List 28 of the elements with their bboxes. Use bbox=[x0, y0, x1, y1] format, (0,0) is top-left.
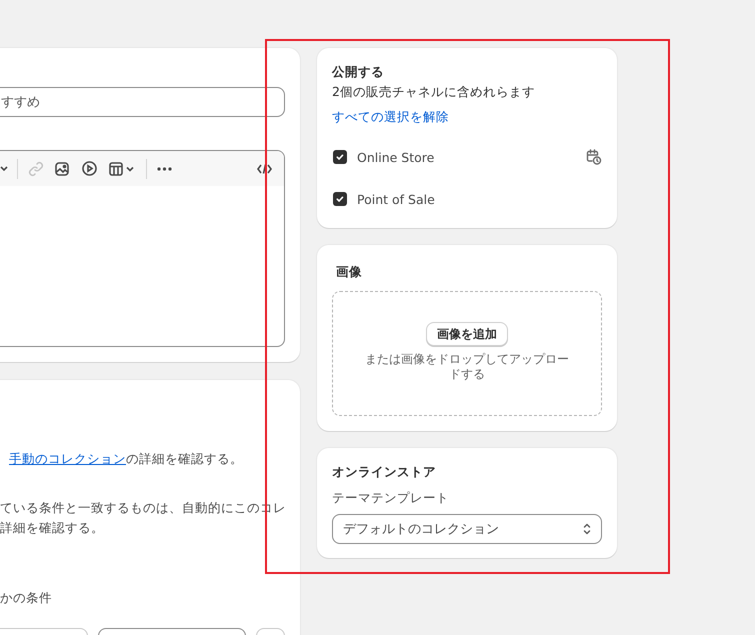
table-icon[interactable] bbox=[109, 162, 136, 176]
card-title: オンラインストア bbox=[332, 464, 437, 480]
card-title: 公開する bbox=[332, 64, 385, 80]
more-icon[interactable] bbox=[157, 166, 172, 170]
channel-count-text: 2個の販売チャネルに含めれらます bbox=[332, 83, 536, 101]
channel-name: Online Store bbox=[357, 150, 436, 164]
field-value: すすめ bbox=[1, 94, 40, 111]
image-drop-zone[interactable]: 画像を追加 または画像をドロップしてアップロードする bbox=[332, 291, 602, 416]
caret-icon[interactable] bbox=[0, 166, 8, 172]
field-label: テーマテンプレート bbox=[332, 489, 450, 507]
checkbox[interactable] bbox=[333, 150, 347, 164]
channel-name: Point of Sale bbox=[357, 192, 436, 206]
calendar-clock-icon[interactable] bbox=[586, 149, 602, 165]
manual-collection-link[interactable]: 手動のコレクション bbox=[9, 451, 126, 466]
title-field[interactable]: すすめ bbox=[0, 87, 285, 117]
checkbox[interactable] bbox=[333, 192, 347, 206]
clear-selection-link[interactable]: すべての選択を解除 bbox=[332, 107, 449, 127]
manual-collection-text: 手動のコレクションの詳細を確認する。 bbox=[8, 450, 244, 468]
drop-hint: または画像をドロップしてアップロードする bbox=[364, 352, 570, 382]
conditions-label: かの条件 bbox=[0, 589, 53, 607]
template-select[interactable]: デフォルトのコレクション bbox=[332, 514, 602, 544]
add-image-button[interactable]: 画像を追加 bbox=[426, 322, 508, 346]
image-icon[interactable] bbox=[55, 162, 69, 176]
card-title: 画像 bbox=[335, 264, 363, 280]
rich-text-editor[interactable] bbox=[0, 150, 285, 347]
code-icon[interactable] bbox=[257, 162, 272, 174]
play-icon[interactable] bbox=[82, 161, 97, 176]
select-chevron-icon bbox=[583, 523, 591, 535]
